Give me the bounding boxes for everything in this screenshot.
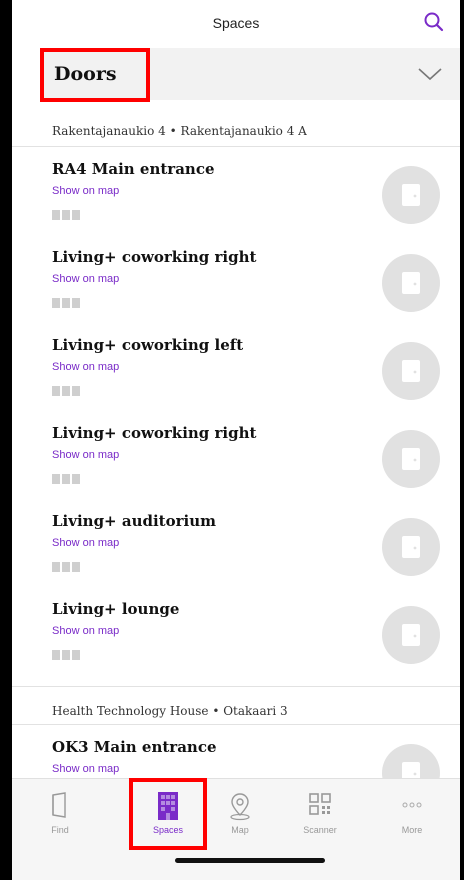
- list-item: Living+ coworking right Show on map: [52, 424, 460, 512]
- door-name: Living+ coworking right: [52, 424, 257, 442]
- door-icon: [402, 448, 420, 470]
- section-label: Health Technology House • Otakaari 3: [52, 704, 288, 718]
- tab-find[interactable]: Find: [24, 789, 96, 849]
- show-on-map-link[interactable]: Show on map: [52, 361, 119, 373]
- door-name: RA4 Main entrance: [52, 160, 215, 178]
- top-bar: Spaces: [12, 0, 460, 44]
- section-label: Rakentajanaukio 4 • Rakentajanaukio 4 A: [52, 124, 307, 138]
- more-icon: [402, 802, 422, 808]
- open-door-button[interactable]: [382, 430, 440, 488]
- signal-strength-indicator: [52, 647, 82, 660]
- door-icon: [402, 184, 420, 206]
- door-name: Living+ coworking right: [52, 248, 257, 266]
- search-icon: [424, 12, 444, 32]
- tab-bar: Find Spaces Map Scanner More: [12, 778, 460, 880]
- open-door-button[interactable]: [382, 342, 440, 400]
- qr-icon: [309, 793, 331, 815]
- door-name: OK3 Main entrance: [52, 738, 217, 756]
- show-on-map-link[interactable]: Show on map: [52, 763, 119, 775]
- open-door-button[interactable]: [382, 606, 440, 664]
- tab-scanner[interactable]: Scanner: [284, 789, 356, 849]
- signal-strength-indicator: [52, 295, 82, 308]
- open-door-button[interactable]: [382, 166, 440, 224]
- door-icon: [402, 360, 420, 382]
- signal-strength-indicator: [52, 471, 82, 484]
- list-item: Living+ auditorium Show on map: [52, 512, 460, 600]
- search-button[interactable]: [422, 10, 446, 34]
- category-title: Doors: [54, 63, 117, 85]
- chevron-down-icon: [418, 68, 442, 81]
- open-door-button[interactable]: [382, 518, 440, 576]
- signal-strength-indicator: [52, 207, 82, 220]
- door-icon: [52, 792, 66, 818]
- divider: [12, 686, 460, 687]
- divider: [12, 724, 460, 725]
- list-item: RA4 Main entrance Show on map: [52, 160, 460, 248]
- tab-spaces[interactable]: Spaces: [132, 789, 204, 849]
- door-icon: [402, 624, 420, 646]
- show-on-map-link[interactable]: Show on map: [52, 185, 119, 197]
- door-icon: [402, 536, 420, 558]
- show-on-map-link[interactable]: Show on map: [52, 625, 119, 637]
- list-item: Living+ coworking right Show on map: [52, 248, 460, 336]
- spaces-screen: Spaces Doors Rakentajanaukio 4 • Rakenta…: [12, 0, 460, 880]
- door-name: Living+ lounge: [52, 600, 180, 618]
- tab-label: Map: [231, 825, 249, 835]
- tab-label: Spaces: [152, 825, 184, 835]
- door-name: Living+ auditorium: [52, 512, 216, 530]
- list-item: Living+ coworking left Show on map: [52, 336, 460, 424]
- home-indicator: [175, 858, 325, 863]
- tab-label: Scanner: [303, 825, 337, 835]
- open-door-button[interactable]: [382, 254, 440, 312]
- tab-label: More: [401, 825, 423, 835]
- tab-map[interactable]: Map: [204, 789, 276, 849]
- divider: [12, 146, 460, 147]
- map-pin-icon: [230, 793, 250, 821]
- tab-more[interactable]: More: [376, 789, 448, 849]
- show-on-map-link[interactable]: Show on map: [52, 273, 119, 285]
- signal-strength-indicator: [52, 383, 82, 396]
- signal-strength-indicator: [52, 559, 82, 572]
- show-on-map-link[interactable]: Show on map: [52, 537, 119, 549]
- door-name: Living+ coworking left: [52, 336, 244, 354]
- spaces-icon: [158, 792, 178, 820]
- door-icon: [402, 272, 420, 294]
- category-header[interactable]: Doors: [40, 48, 460, 100]
- page-title: Spaces: [212, 15, 260, 31]
- tab-label: Find: [51, 825, 69, 835]
- list-item: Living+ lounge Show on map: [52, 600, 460, 688]
- show-on-map-link[interactable]: Show on map: [52, 449, 119, 461]
